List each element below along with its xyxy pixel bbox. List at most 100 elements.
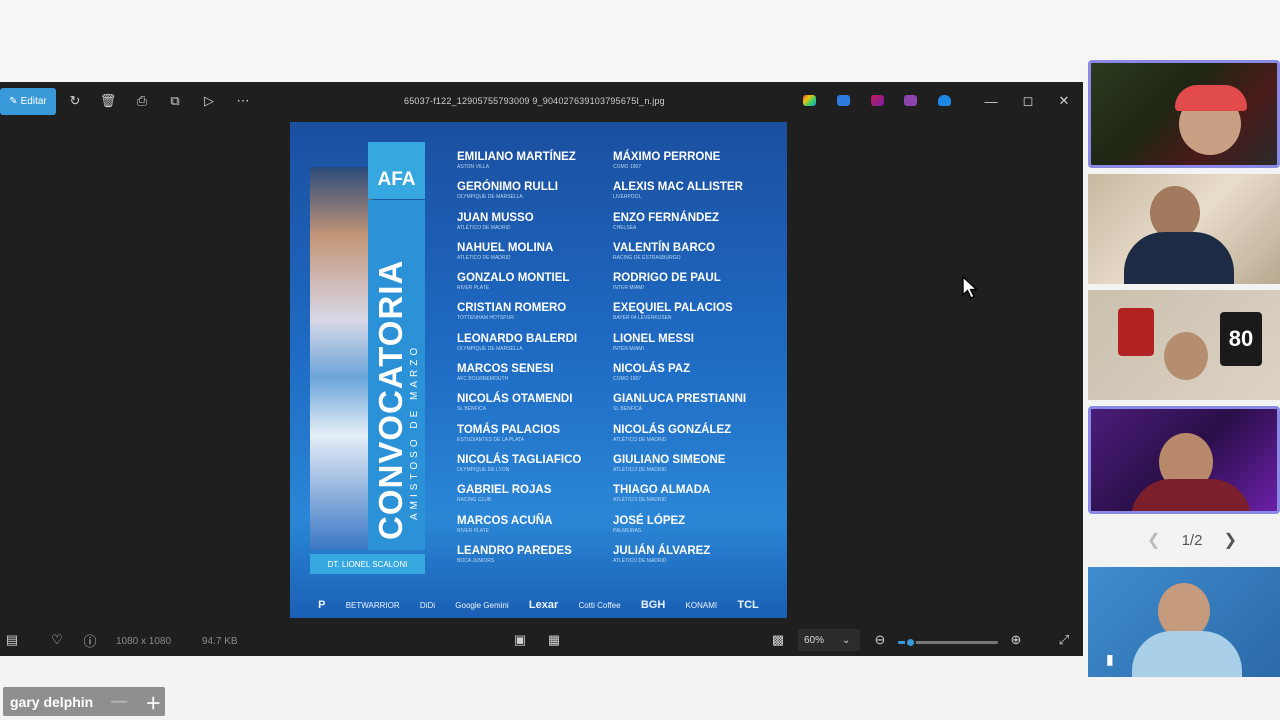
player-entry: GERÓNIMO RULLI OLYMPIQUE DE MARSELLA bbox=[457, 180, 627, 210]
designer-icon[interactable] bbox=[837, 95, 850, 106]
image-zoom-icon[interactable]: ▩ bbox=[769, 631, 787, 649]
participant-name: gary delphin bbox=[10, 693, 94, 710]
more-icon[interactable]: ⋯ bbox=[234, 92, 252, 110]
player-club: INTER MIAMI bbox=[613, 345, 644, 352]
edit-button[interactable]: ✎ Editar bbox=[0, 88, 56, 115]
participant-video-tile[interactable]: 80 bbox=[1088, 290, 1280, 400]
zoom-slider[interactable] bbox=[898, 637, 998, 648]
onedrive-icon[interactable] bbox=[938, 95, 951, 106]
right-player-column: MÁXIMO PERRONE COMO 1907 ALEXIS MAC ALLIS… bbox=[613, 150, 783, 574]
sponsor-logo: Lexar bbox=[528, 599, 559, 611]
player-name: ENZO FERNÁNDEZ bbox=[613, 211, 720, 224]
player-name: CRISTIAN ROMERO bbox=[457, 302, 567, 315]
player-entry: VALENTÍN BARCO RACING DE ESTRASBURGO bbox=[613, 241, 783, 271]
player-entry: GONZALO MONTIEL RIVER PLATE bbox=[457, 271, 627, 301]
trash-icon[interactable]: 🗑 bbox=[99, 92, 117, 110]
favorite-heart-icon[interactable]: ♡ bbox=[48, 631, 66, 649]
player-name: MÁXIMO PERRONE bbox=[613, 151, 721, 163]
player-club: ATLÉTICO DE MADRID bbox=[613, 557, 667, 564]
rotate-icon[interactable]: ↻ bbox=[66, 92, 84, 110]
close-icon[interactable]: ✕ bbox=[1055, 92, 1073, 110]
player-name: VALENTÍN BARCO bbox=[613, 241, 716, 254]
coach-label: DT. LIONEL SCALONI bbox=[310, 554, 425, 574]
share-icon[interactable]: ⧉ bbox=[166, 92, 184, 110]
chevron-right-icon[interactable]: ❯ bbox=[1224, 530, 1237, 550]
player-entry: NICOLÁS OTAMENDI SL BENFICA bbox=[457, 392, 627, 422]
image-dimensions: 1080 x 1080 bbox=[116, 636, 172, 647]
fullscreen-icon[interactable]: ⤢ bbox=[1055, 631, 1073, 649]
player-name: LEONARDO BALERDI bbox=[457, 332, 578, 345]
player-name: TOMÁS PALACIOS bbox=[457, 423, 561, 436]
sponsor-logo: DiDi bbox=[419, 600, 436, 610]
player-club: ATLÉTICO DE MADRID bbox=[457, 224, 511, 231]
maximize-icon[interactable]: ◻ bbox=[1019, 92, 1037, 110]
player-entry: GIULIANO SIMEONE ATLÉTICO DE MADRID bbox=[613, 453, 783, 483]
player-club: ATLÉTICO DE MADRID bbox=[613, 466, 667, 473]
tile-pager: ❮ 1/2 ❯ bbox=[1147, 530, 1237, 550]
player-club: OLYMPIQUE DE MARSELLA bbox=[457, 345, 523, 352]
zoom-select[interactable]: 60% ⌄ bbox=[798, 629, 860, 651]
poster-subtitle: AMISTOSO DE MARZO bbox=[409, 343, 420, 520]
participant-face bbox=[1164, 332, 1208, 380]
player-club: ATLÉTICO DE MADRID bbox=[613, 436, 667, 443]
player-club: LIVERPOOL bbox=[613, 194, 642, 201]
player-club: BAYER 04 LEVERKUSEN bbox=[613, 315, 672, 322]
sponsor-logo: KONAMI bbox=[685, 600, 718, 610]
copilot-icon[interactable] bbox=[803, 95, 816, 106]
photo-viewer-window: ✎ Editar ↻ 🗑 ⎙ ⧉ ▷ ⋯ 65037-f122_12905755… bbox=[0, 82, 1083, 656]
viewer-bottom-bar: ▤ ♡ ⓘ 1080 x 1080 94.7 KB ▣ ▦ ▩ 60% ⌄ ⊖ … bbox=[0, 624, 1083, 656]
participant-video-tile[interactable] bbox=[1088, 406, 1280, 514]
minus-icon[interactable]: — bbox=[111, 693, 127, 711]
plus-icon[interactable]: ＋ bbox=[145, 690, 161, 714]
minimize-icon[interactable]: — bbox=[982, 92, 1000, 110]
player-name: NICOLÁS PAZ bbox=[613, 363, 691, 376]
mouse-cursor-icon bbox=[962, 275, 979, 305]
player-name: JULIÁN ÁLVAREZ bbox=[613, 544, 711, 557]
player-club: ATLÉTICO DE MADRID bbox=[613, 497, 667, 504]
participant-video-tile[interactable] bbox=[1088, 174, 1280, 284]
player-entry: EXEQUIEL PALACIOS BAYER 04 LEVERKUSEN bbox=[613, 301, 783, 331]
player-name: GABRIEL ROJAS bbox=[457, 484, 552, 497]
roster-poster-image: AFA CONVOCATORIA AMISTOSO DE MARZO DT. L… bbox=[290, 122, 787, 618]
zoom-slider-thumb[interactable] bbox=[905, 637, 916, 648]
player-name: EXEQUIEL PALACIOS bbox=[613, 302, 733, 315]
player-club: RACING CLUB bbox=[457, 497, 492, 504]
actual-size-icon[interactable]: ▦ bbox=[545, 631, 563, 649]
player-name: GONZALO MONTIEL bbox=[457, 272, 570, 285]
print-icon[interactable]: ⎙ bbox=[133, 92, 151, 110]
participant-video-tile[interactable]: ▮ bbox=[1088, 567, 1280, 677]
edit-label: Editar bbox=[20, 96, 47, 107]
clipchamp-icon[interactable] bbox=[871, 95, 884, 106]
player-entry: LEONARDO BALERDI OLYMPIQUE DE MARSELLA bbox=[457, 332, 627, 362]
player-name: LIONEL MESSI bbox=[613, 332, 694, 345]
zoom-out-icon[interactable]: ⊖ bbox=[871, 631, 889, 649]
photos-app-icon[interactable] bbox=[904, 95, 917, 106]
player-photo bbox=[310, 167, 372, 550]
player-name: MARCOS SENESI bbox=[457, 363, 554, 376]
player-name: GERÓNIMO RULLI bbox=[457, 181, 558, 194]
player-name: EMILIANO MARTÍNEZ bbox=[457, 151, 576, 163]
participant-video-tile[interactable] bbox=[1088, 60, 1280, 168]
player-entry: MARCOS SENESI AFC BOURNEMOUTH bbox=[457, 362, 627, 392]
zoom-value: 60% bbox=[804, 634, 825, 646]
player-club: SL BENFICA bbox=[613, 406, 642, 413]
filmstrip-icon[interactable]: ▤ bbox=[3, 631, 21, 649]
player-name: NAHUEL MOLINA bbox=[457, 241, 554, 254]
player-club: ASTON VILLA bbox=[457, 164, 490, 170]
player-club: OLYMPIQUE DE LYON bbox=[457, 466, 510, 473]
participant-body bbox=[1132, 631, 1242, 677]
player-club: COMO 1907 bbox=[613, 164, 642, 170]
sponsor-logo: Google Gemini bbox=[455, 600, 509, 610]
player-club: RIVER PLATE bbox=[457, 285, 490, 292]
player-name: GIANLUCA PRESTIANNI bbox=[613, 393, 747, 406]
zoom-in-icon[interactable]: ⊕ bbox=[1007, 631, 1025, 649]
fit-view-icon[interactable]: ▣ bbox=[511, 631, 529, 649]
player-entry: TOMÁS PALACIOS ESTUDIANTES DE LA PLATA bbox=[457, 423, 627, 453]
player-club: SL BENFICA bbox=[457, 406, 486, 413]
info-icon[interactable]: ⓘ bbox=[81, 631, 99, 649]
slideshow-icon[interactable]: ▷ bbox=[200, 92, 218, 110]
chevron-left-icon[interactable]: ❮ bbox=[1147, 530, 1160, 550]
jersey-red bbox=[1118, 308, 1154, 356]
player-entry: LIONEL MESSI INTER MIAMI bbox=[613, 332, 783, 362]
signal-icon: ▮ bbox=[1106, 651, 1114, 667]
